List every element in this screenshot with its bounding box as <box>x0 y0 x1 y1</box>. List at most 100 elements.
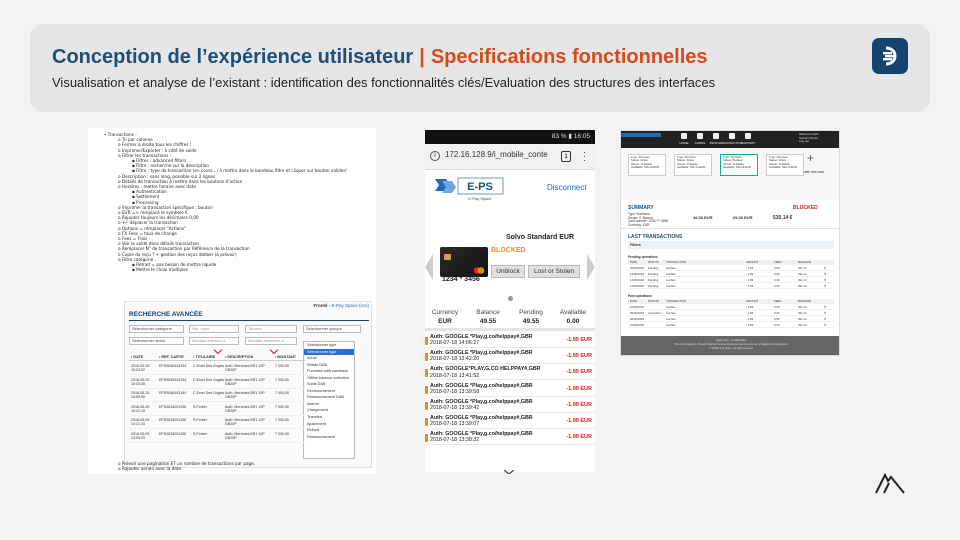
balance-value: 49.55 <box>479 318 497 325</box>
table-cell: - 1.99 <box>746 272 754 276</box>
column-header[interactable]: DATE <box>630 260 637 265</box>
transaction-row[interactable]: Auth: GOOGLE*PLAY,G.CO HELPPAY#,GBR 2018-… <box>425 365 595 381</box>
eps-logo-sub: E-Pay Space <box>468 196 492 201</box>
column-header[interactable]: • DESCRIPTION <box>225 355 253 359</box>
table-cell: 12/06/2018 <box>630 272 644 276</box>
user-menu[interactable]: Welcome back Sylvain Portier Log out <box>799 132 819 144</box>
add-card-icon[interactable]: + <box>807 151 814 165</box>
table-cell: 7 000,00 <box>275 391 289 395</box>
footer-line: © 2018 E-Pay Space - All rights reserved <box>709 347 753 350</box>
transaction-row[interactable]: Auth: GOOGLE *Play,g.co/helppay#,GBR 2018… <box>425 430 595 446</box>
table-cell: Auth: Merchant,BR1 10P GB25P <box>225 431 265 440</box>
table-row[interactable]: 09/06/2018 Cancelled Auchan - 1.99 0.00 491.1… <box>628 311 834 316</box>
pager-dot[interactable] <box>508 296 513 301</box>
table-row[interactable]: 2018-05-25 15:03:35 EPS9546343194 C.Ersel … <box>129 376 305 389</box>
transaction-row[interactable]: Auth: GOOGLE *Play,g.co/helppay#,GBR 2018… <box>425 349 595 365</box>
info-icon[interactable]: i <box>430 151 440 161</box>
dropdown-option[interactable]: Remboursement <box>304 434 354 441</box>
search-icon[interactable]: ⚲ <box>824 284 826 289</box>
table-row[interactable]: 12/06/2018 Pending Auchan - 1.99 0.00 491.14 ⚲ <box>628 272 834 277</box>
category-select[interactable]: Sélectionner catégorie <box>129 325 184 333</box>
column-header[interactable]: STATUS <box>648 260 659 265</box>
table-row[interactable]: 2018-05-09 15:22:19 EPS2818201256 S.Portie… <box>129 403 305 416</box>
search-icon[interactable]: ⚲ <box>824 311 826 316</box>
unblock-button[interactable]: Unblock <box>491 265 525 278</box>
table-cell: Auth: Merchant,BR1 10P GB25P <box>225 418 265 427</box>
transaction-amount: -1.99 EUR <box>566 401 592 408</box>
disconnect-link[interactable]: Disconnect <box>547 183 587 192</box>
card-tile[interactable]: Type: Prémium Status: Active Owner: N.Saad… <box>674 154 712 176</box>
column-header[interactable]: • DATE <box>131 355 143 359</box>
status-select[interactable]: Sélectionner statut <box>129 337 184 345</box>
table-cell: Auchan <box>666 284 676 288</box>
card-tile[interactable]: Type: Prémium Status: Active Owner: N.Saad… <box>628 154 666 176</box>
chevron-down-icon[interactable] <box>504 470 514 474</box>
table-row[interactable]: 07/06/2018 Auchan - 1.99 0.00 491.14 ⚲ <box>628 323 834 328</box>
group-select[interactable]: Sélectionner groupe <box>303 325 361 333</box>
column-header[interactable]: AMOUNT <box>746 299 758 304</box>
lost-stolen-button[interactable]: Lost or Stolen <box>528 265 580 278</box>
column-header[interactable]: • REF. CARTE <box>159 355 184 359</box>
more-menu-icon[interactable]: · · · <box>583 148 586 165</box>
transaction-row[interactable]: Auth: GOOGLE *Play,g.co/helppay#,GBR 2018… <box>425 398 595 413</box>
transaction-row[interactable]: Auth: GOOGLE *Play,g.co/helppay#,GBR 2018… <box>425 382 595 397</box>
search-icon[interactable]: ⚲ <box>824 305 826 310</box>
transaction-row[interactable]: Auth: GOOGLE *Play,g.co/helppay#,GBR 2018… <box>425 333 595 348</box>
holder-input[interactable]: Titulaire <box>245 325 297 333</box>
transaction-date: 2018-07-18 14:06:27 <box>430 340 480 347</box>
column-header[interactable]: FEES <box>774 260 781 265</box>
column-header[interactable]: FEES <box>774 299 781 304</box>
transaction-amount: -1.99 EUR <box>566 337 592 343</box>
footer-line: Legal notice - Confidentiality <box>715 339 747 342</box>
table-cell: 491.14 <box>798 278 807 282</box>
column-header[interactable]: BALANCE <box>798 299 811 304</box>
table-row[interactable]: 12/06/2018 Pending Auchan - 1.99 0.00 491.14 ⚲ <box>628 278 834 283</box>
column-header[interactable]: • TITULAIRE <box>193 355 215 359</box>
column-header[interactable]: • MONTANT <box>275 355 296 359</box>
amount-max-input[interactable]: Montant supérieur à <box>245 337 297 345</box>
table-cell: 15/06/2018 <box>630 266 644 270</box>
table-row[interactable]: 15/06/2018 Pending Auchan - 1.99 0.00 491.14 ⚲ <box>628 266 834 271</box>
table-cell: 7 000,00 <box>275 364 289 368</box>
dropdown-option[interactable]: Purchase with cashback <box>304 368 354 375</box>
transaction-row[interactable]: Auth: GOOGLE *Play,g.co/helppay#,GBR 2018… <box>425 414 595 429</box>
search-icon[interactable]: ⚲ <box>824 278 826 283</box>
pending-marker <box>425 401 428 410</box>
transaction-desc: Auth: GOOGLE *Play,g.co/helppay#,GBR 2018… <box>430 415 533 427</box>
next-card-arrow-icon[interactable] <box>587 254 595 280</box>
search-icon[interactable]: ⚲ <box>824 266 826 271</box>
table-row[interactable]: 2018-05-25 15:59:06 EPS9546343194 C.Ersel … <box>129 389 305 402</box>
card-tile[interactable]: Type: Prémium Status: Blocked Owner: N.Saa… <box>720 154 758 176</box>
table-row[interactable]: 10/06/2018 Auchan - 1.99 0.00 491.14 ⚲ <box>628 305 834 310</box>
column-header[interactable]: TRANSACTION <box>666 299 686 304</box>
card-tile[interactable]: Type: Prémium Status: Active Owner: N.Saad… <box>766 154 804 176</box>
transaction-title: Auth: GOOGLE *Play,g.co/helppay#,GBR <box>430 431 533 438</box>
advanced-search-screenshot: Fronté - E-Pay Space (ncs) RECHERCHE AVA… <box>124 301 372 468</box>
nav-icon <box>697 133 703 139</box>
table-row[interactable]: 2018-05-09 14:21:34 EPS2818201256 S.Portie… <box>129 416 305 429</box>
filters-bar[interactable]: Filters <box>628 241 834 249</box>
table-row[interactable]: 2018-05-25 15:03:52 EPS9546343194 C.Ersel … <box>129 362 305 375</box>
type-dropdown[interactable]: Sélectionner type Sélectionner type Achat R… <box>303 341 355 459</box>
url-text[interactable]: 172.16.128.9/i_mobile_conte <box>445 150 548 159</box>
user-line[interactable]: Log out <box>799 140 819 144</box>
table-row[interactable]: 08/06/2018 Auchan - 1.99 0.00 491.14 ⚲ <box>628 317 834 322</box>
card-ref-input[interactable]: Ref. carte <box>189 325 239 333</box>
column-header[interactable]: BALANCE <box>798 260 811 265</box>
nav-item-support[interactable]: SUPPORT <box>741 133 755 146</box>
table-row[interactable]: 2018-05-09 13:59:20 EPS2818201256 S.Portie… <box>129 430 305 443</box>
column-header[interactable]: TRANSACTION <box>666 260 686 265</box>
search-icon[interactable]: ⚲ <box>824 317 826 322</box>
table-row[interactable]: 11/06/2018 Pending Auchan - 1.99 0.00 491.14 ⚲ <box>628 284 834 289</box>
column-header[interactable]: DATE <box>630 299 637 304</box>
prev-card-arrow-icon[interactable] <box>425 254 433 280</box>
transaction-desc: Auth: GOOGLE *Play,g.co/helppay#,GBR 2018… <box>430 383 533 395</box>
search-icon[interactable]: ⚲ <box>824 272 826 277</box>
column-header[interactable]: AMOUNT <box>746 260 758 265</box>
tab-count-icon[interactable]: 1 <box>561 151 571 162</box>
eps-logo-text: E-PS <box>467 181 493 193</box>
search-icon[interactable]: ⚲ <box>824 323 826 328</box>
credit-link[interactable]: E-Pay Space (ncs) <box>331 303 369 308</box>
column-header[interactable]: STATUS <box>648 299 659 304</box>
amount-min-input[interactable]: Montant inférieur à <box>189 337 239 345</box>
